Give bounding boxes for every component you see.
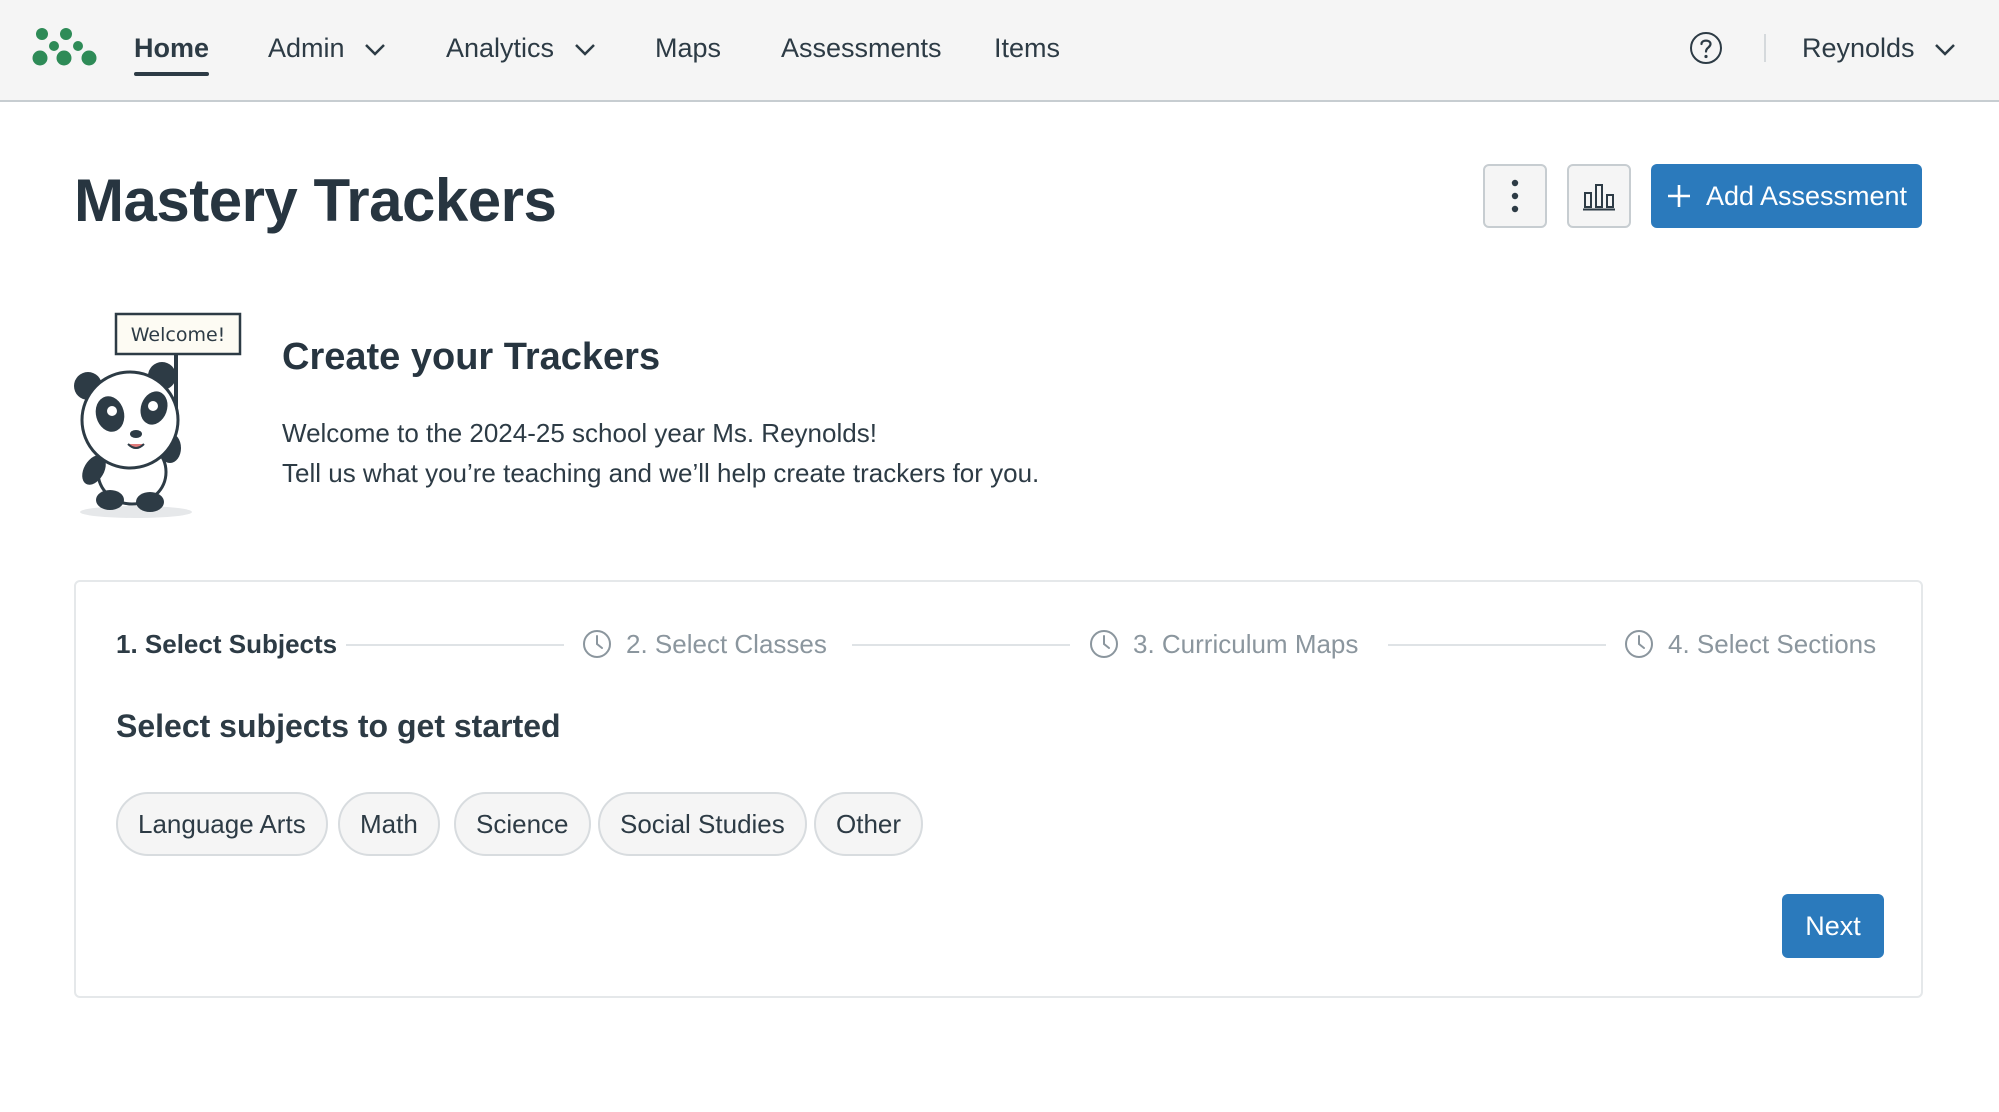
subject-chip-other[interactable]: Other xyxy=(814,792,924,856)
nav-maps[interactable]: Maps xyxy=(655,26,721,70)
nav-analytics-label: Analytics xyxy=(446,33,555,63)
step-select-sections[interactable]: 4. Select Sections xyxy=(1624,624,1876,664)
nav-items-label: Items xyxy=(994,33,1061,63)
nav-items[interactable]: Items xyxy=(994,26,1060,70)
question-circle-icon[interactable] xyxy=(1688,30,1724,66)
clock-icon xyxy=(583,630,611,659)
step-connector xyxy=(1388,644,1606,646)
mascot-sign-text: Welcome! xyxy=(131,324,226,346)
select-subjects-heading: Select subjects to get started xyxy=(116,708,561,744)
subject-chip-science[interactable]: Science xyxy=(454,792,591,856)
step-connector xyxy=(852,644,1070,646)
nav-home[interactable]: Home xyxy=(134,26,210,76)
step-label: 1. Select Subjects xyxy=(116,629,338,659)
step-connector xyxy=(346,644,564,646)
step-label: 3. Curriculum Maps xyxy=(1133,629,1359,659)
nav-divider xyxy=(1764,34,1766,62)
clock-icon xyxy=(1625,630,1653,659)
nav-analytics[interactable]: Analytics xyxy=(446,26,596,70)
active-tab-indicator xyxy=(134,72,210,76)
step-select-subjects[interactable]: 1. Select Subjects xyxy=(116,624,337,664)
welcome-message-line-2: Tell us what you’re teaching and we’ll h… xyxy=(282,458,1040,488)
vertical-ellipsis-icon xyxy=(1511,179,1519,213)
chevron-down-icon xyxy=(365,43,385,56)
top-navigation: Home Admin Analytics Maps Assessments It… xyxy=(0,0,1999,102)
nav-admin-label: Admin xyxy=(268,33,345,63)
welcome-message-line-1: Welcome to the 2024-25 school year Ms. R… xyxy=(282,418,877,448)
plus-icon xyxy=(1667,185,1690,207)
brand-logo-icon[interactable] xyxy=(32,26,98,68)
step-label: 4. Select Sections xyxy=(1668,629,1877,659)
step-select-classes[interactable]: 2. Select Classes xyxy=(582,624,827,664)
setup-wizard-card: 1. Select Subjects 2. Select Classes 3. … xyxy=(74,580,1923,998)
nav-assessments-label: Assessments xyxy=(781,33,942,63)
clock-icon xyxy=(1090,630,1118,659)
chevron-down-icon xyxy=(1935,43,1955,56)
add-assessment-button[interactable]: Add Assessment xyxy=(1651,164,1922,228)
step-label: 2. Select Classes xyxy=(626,629,827,659)
bar-chart-icon xyxy=(1583,184,1615,211)
nav-home-label: Home xyxy=(134,33,210,63)
subject-chip-language-arts[interactable]: Language Arts xyxy=(116,792,328,856)
user-menu[interactable]: Reynolds xyxy=(1802,26,1956,70)
next-button[interactable]: Next xyxy=(1782,894,1884,958)
more-options-button[interactable] xyxy=(1483,164,1547,228)
step-curriculum-maps[interactable]: 3. Curriculum Maps xyxy=(1089,624,1358,664)
add-assessment-label: Add Assessment xyxy=(1705,180,1908,211)
welcome-heading: Create your Trackers xyxy=(282,336,661,378)
chevron-down-icon xyxy=(574,43,595,56)
subject-chip-social-studies[interactable]: Social Studies xyxy=(598,792,807,856)
panda-mascot-illustration: Welcome! xyxy=(74,312,242,518)
nav-admin[interactable]: Admin xyxy=(268,26,386,70)
page-title: Mastery Trackers xyxy=(74,167,557,234)
subject-chip-math[interactable]: Math xyxy=(338,792,440,856)
nav-maps-label: Maps xyxy=(655,33,722,63)
nav-assessments[interactable]: Assessments xyxy=(781,26,942,70)
analytics-chart-button[interactable] xyxy=(1567,164,1631,228)
user-name: Reynolds xyxy=(1802,33,1915,63)
